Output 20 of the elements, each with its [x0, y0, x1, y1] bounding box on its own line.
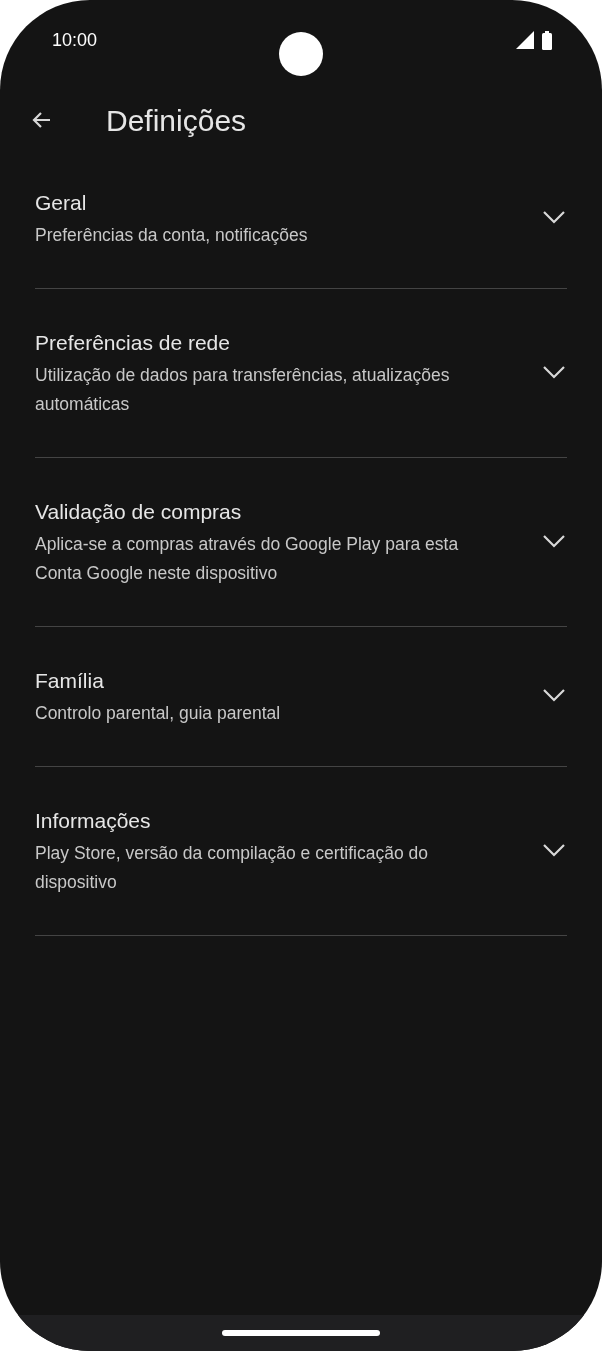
battery-icon	[542, 30, 552, 50]
section-subtitle: Aplica-se a compras através do Google Play para esta Conta Google neste dispositivo	[35, 533, 460, 585]
signal-icon	[516, 31, 534, 49]
status-time: 10:00	[52, 28, 98, 52]
section-title: Informações	[35, 808, 152, 834]
section-subtitle: Play Store, versão da compilação e certificação do dispositivo	[35, 842, 429, 894]
section-title: Preferências de rede	[35, 330, 231, 356]
section-title: Geral	[35, 190, 88, 216]
section-subtitle: Utilização de dados para transferências, atualizações automáticas	[35, 364, 451, 416]
chevron-down-icon	[543, 534, 565, 548]
page-title: Definições	[106, 102, 247, 139]
camera-cutout	[279, 32, 323, 76]
chevron-down-icon	[543, 211, 565, 224]
section-subtitle: Preferências da conta, notificações	[35, 224, 309, 247]
section-title: Validação de compras	[35, 499, 243, 525]
section-title: Família	[35, 668, 105, 694]
chevron-down-icon	[543, 365, 565, 379]
chevron-down-icon	[543, 689, 565, 702]
chevron-down-icon	[543, 843, 565, 857]
section-subtitle: Controlo parental, guia parental	[35, 702, 282, 725]
